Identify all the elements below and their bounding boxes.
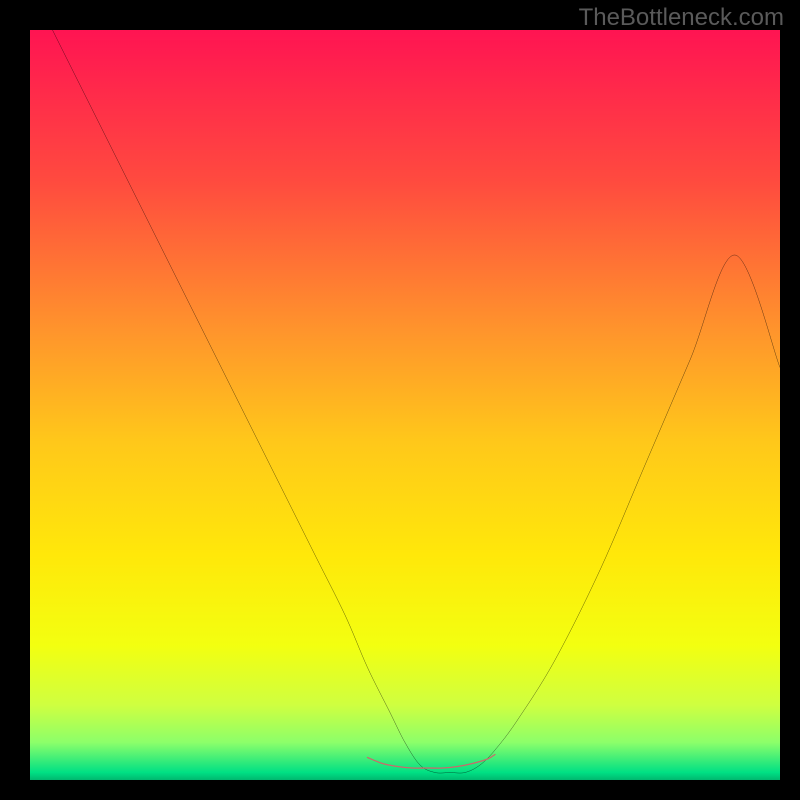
chart-container: TheBottleneck.com [0, 0, 800, 800]
watermark-text: TheBottleneck.com [579, 4, 784, 32]
plot-area [30, 30, 780, 780]
bottleneck-curve [53, 30, 781, 773]
optimal-range-marker [368, 755, 496, 769]
curve-layer [30, 30, 780, 780]
